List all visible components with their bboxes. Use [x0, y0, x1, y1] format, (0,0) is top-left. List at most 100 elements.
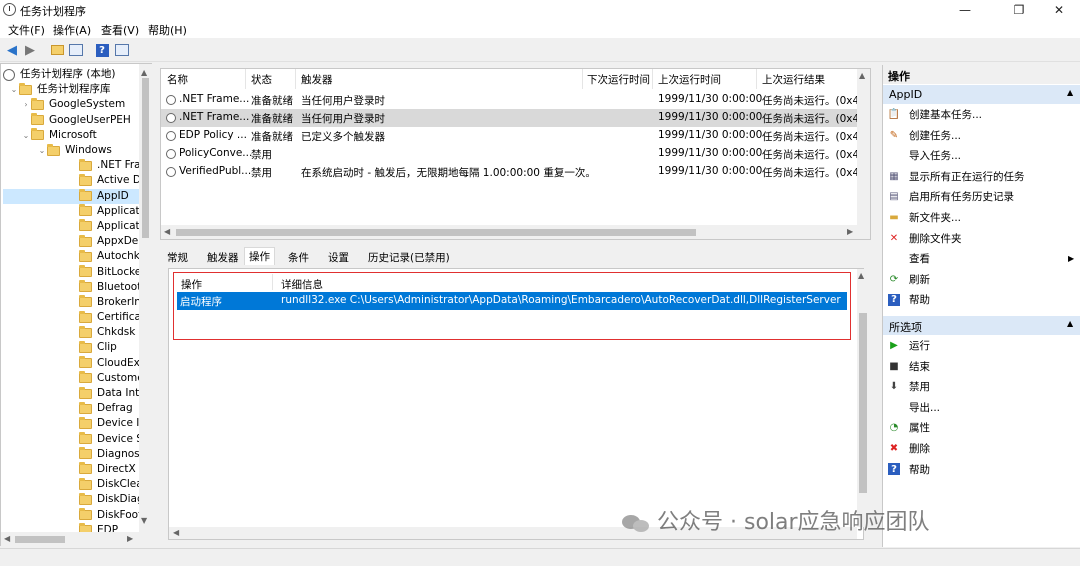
action-item[interactable]: ⟳ 刷新 — [888, 269, 1078, 290]
tree-horizontal-scrollbar[interactable]: ◀ ▶ — [1, 532, 152, 546]
minimize-button[interactable]: — — [942, 0, 988, 20]
task-cell-5: 任务尚未运行。(0x4130 — [762, 131, 857, 143]
tree-item[interactable]: Application — [3, 219, 139, 234]
tree-item[interactable]: CertificateS — [3, 310, 139, 325]
show-hide-console-tree-icon[interactable] — [67, 41, 85, 59]
tree-item[interactable]: ⌄ Windows — [3, 143, 139, 158]
chevron-down-icon[interactable]: ⌄ — [21, 128, 31, 143]
scroll-left-icon[interactable]: ◀ — [173, 528, 179, 537]
action-item[interactable]: ✖ 删除 — [888, 438, 1078, 459]
tree-item[interactable]: AppID — [3, 188, 139, 204]
up-folder-icon[interactable] — [48, 41, 66, 59]
scroll-up-icon[interactable]: ▲ — [141, 68, 147, 77]
menu-view[interactable]: 查看(V) — [101, 22, 139, 38]
chevron-down-icon[interactable]: ⌄ — [9, 82, 19, 97]
forward-arrow-icon[interactable]: ▶ — [21, 41, 39, 59]
action-item[interactable]: 导入任务... — [888, 145, 1078, 166]
task-row[interactable]: EDP Policy ... 准备就绪 已定义多个触发器 1999/11/30 0:0… — [161, 127, 857, 145]
action-item[interactable]: ? 帮助 — [888, 289, 1078, 310]
tree-root[interactable]: 任务计划程序 (本地) — [3, 67, 139, 82]
scroll-up-icon[interactable]: ▲ — [859, 71, 865, 80]
scroll-thumb[interactable] — [176, 229, 696, 236]
tree-item[interactable]: Clip — [3, 340, 139, 355]
action-item[interactable]: 查看 ▶ — [888, 248, 1078, 269]
action-item[interactable]: ▦ 显示所有正在运行的任务 — [888, 166, 1078, 187]
tree-item[interactable]: Chkdsk — [3, 325, 139, 340]
task-list-vertical-scrollbar[interactable]: ▲ — [857, 69, 870, 225]
tab-4[interactable]: 设置 — [324, 249, 353, 267]
scroll-right-icon[interactable]: ▶ — [847, 227, 853, 236]
task-list-horizontal-scrollbar[interactable]: ◀ ▶ — [161, 225, 870, 239]
tree-item[interactable]: BitLocker — [3, 264, 139, 279]
tree-item[interactable]: Bluetooth — [3, 280, 139, 295]
scroll-down-icon[interactable]: ▼ — [141, 516, 147, 525]
menu-help[interactable]: 帮助(H) — [148, 22, 187, 38]
help-icon[interactable]: ? — [93, 41, 111, 59]
back-arrow-icon[interactable]: ◀ — [3, 41, 21, 59]
actions-vertical-scrollbar[interactable]: ▲ — [857, 269, 869, 527]
collapse-icon[interactable]: ▲ — [1067, 319, 1073, 328]
tab-1[interactable]: 触发器 — [203, 249, 243, 267]
action-item[interactable]: 📋 创建基本任务... — [888, 104, 1078, 125]
action-item[interactable]: ◔ 属性 — [888, 417, 1078, 438]
tab-0[interactable]: 常规 — [163, 249, 192, 267]
tab-5[interactable]: 历史记录(已禁用) — [364, 249, 454, 267]
tree-item[interactable]: GoogleUserPEH — [3, 113, 139, 128]
menu-action[interactable]: 操作(A) — [53, 22, 91, 38]
section-appid[interactable]: AppID ▲ — [883, 85, 1080, 104]
tree-vertical-scrollbar[interactable]: ▲ ▼ — [139, 64, 152, 532]
menu-file[interactable]: 文件(F) — [8, 22, 45, 38]
scroll-left-icon[interactable]: ◀ — [4, 534, 10, 543]
tab-3[interactable]: 条件 — [284, 249, 313, 267]
tree-item[interactable]: BrokerInfra — [3, 295, 139, 310]
folder-icon — [79, 219, 92, 232]
scroll-thumb[interactable] — [15, 536, 65, 543]
task-row[interactable]: VerifiedPubl... 禁用 在系统启动时 - 触发后，无限期地每隔 1.0… — [161, 163, 857, 181]
task-row[interactable]: PolicyConve... 禁用 1999/11/30 0:00:00 任务尚未运行… — [161, 145, 857, 163]
tree-item[interactable]: DiskDiagnc — [3, 492, 139, 507]
action-item[interactable]: ▬ 新文件夹... — [888, 207, 1078, 228]
tree-item[interactable]: Device Info — [3, 416, 139, 431]
section-selected-item[interactable]: 所选项 ▲ — [883, 316, 1080, 335]
scroll-thumb[interactable] — [142, 78, 149, 238]
tree-library[interactable]: ⌄ 任务计划程序库 — [3, 82, 139, 97]
tab-2[interactable]: 操作 — [244, 247, 275, 265]
scroll-thumb[interactable] — [859, 313, 867, 493]
chevron-right-icon[interactable]: › — [21, 97, 31, 112]
collapse-icon[interactable]: ▲ — [1067, 88, 1073, 97]
tree-item[interactable]: Defrag — [3, 401, 139, 416]
tree-item[interactable]: CloudExper — [3, 356, 139, 371]
tree-item[interactable]: Data Integr — [3, 386, 139, 401]
tree-item[interactable]: Customer E — [3, 371, 139, 386]
action-item[interactable]: ■ 结束 — [888, 356, 1078, 377]
show-action-pane-icon[interactable] — [113, 41, 131, 59]
action-item[interactable]: 导出... — [888, 397, 1078, 418]
tree-item[interactable]: ⌄ Microsoft — [3, 128, 139, 143]
action-item[interactable]: ✕ 删除文件夹 — [888, 228, 1078, 249]
action-item[interactable]: ▶ 运行 — [888, 335, 1078, 356]
scroll-left-icon[interactable]: ◀ — [164, 227, 170, 236]
action-item[interactable]: ? 帮助 — [888, 459, 1078, 480]
tree-item[interactable]: AppxDeplo — [3, 234, 139, 249]
scroll-up-icon[interactable]: ▲ — [858, 271, 864, 280]
tree-item[interactable]: DirectX — [3, 462, 139, 477]
close-button[interactable]: ✕ — [1036, 0, 1080, 20]
tree-item[interactable]: Autochk — [3, 249, 139, 264]
scroll-right-icon[interactable]: ▶ — [127, 534, 133, 543]
action-item[interactable]: ✎ 创建任务... — [888, 125, 1078, 146]
task-row[interactable]: .NET Frame... 准备就绪 当任何用户登录时 1999/11/30 0:00… — [161, 109, 857, 127]
task-scheduler-icon — [3, 3, 16, 16]
tree-item[interactable]: Diagnosis — [3, 447, 139, 462]
tree-item[interactable]: .NET Frame — [3, 158, 139, 173]
tree-item[interactable]: DiskCleanu — [3, 477, 139, 492]
action-item[interactable]: ⬇ 禁用 — [888, 376, 1078, 397]
task-row[interactable]: .NET Frame... 准备就绪 当任何用户登录时 1999/11/30 0:00… — [161, 91, 857, 109]
tree-item[interactable]: Device Set — [3, 432, 139, 447]
chevron-down-icon[interactable]: ⌄ — [37, 143, 47, 158]
tree-item[interactable]: DiskFootpri — [3, 507, 139, 522]
tree-item[interactable]: Application — [3, 204, 139, 219]
tree-item-label: CertificateS — [97, 311, 139, 324]
action-item[interactable]: ▤ 启用所有任务历史记录 — [888, 186, 1078, 207]
tree-item[interactable]: Active Dire — [3, 173, 139, 188]
tree-item[interactable]: › GoogleSystem — [3, 97, 139, 112]
